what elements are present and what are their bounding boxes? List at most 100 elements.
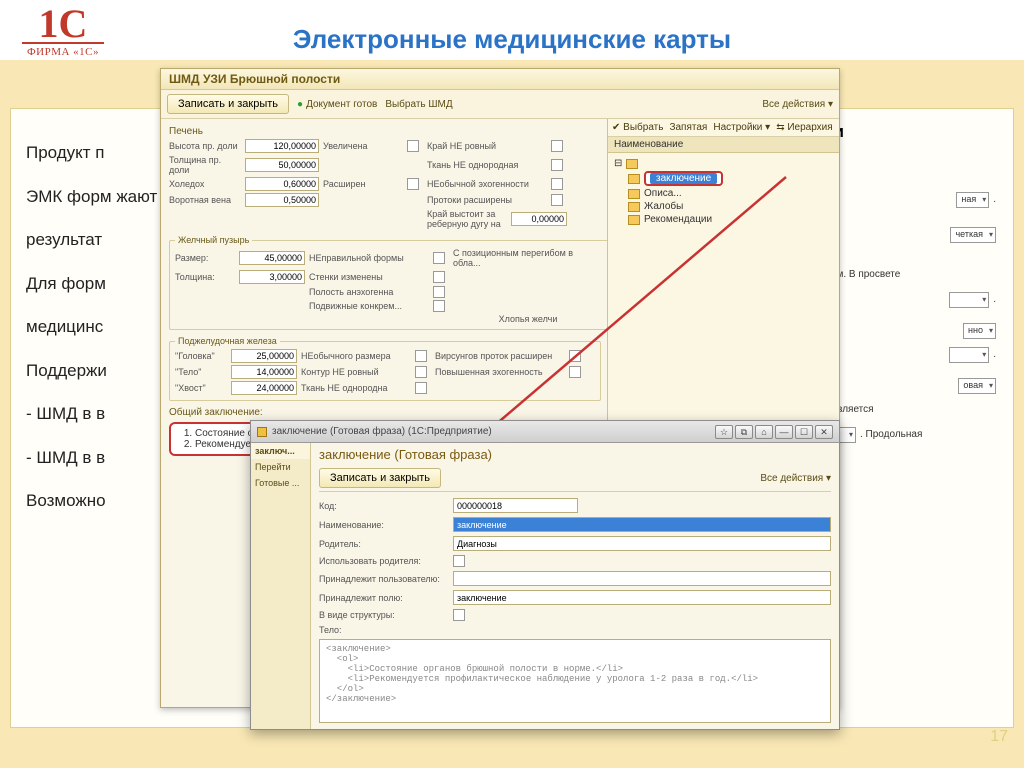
field-label: Повышенная эхогенность bbox=[435, 367, 565, 377]
checkbox[interactable] bbox=[551, 194, 563, 206]
use-parent-checkbox[interactable] bbox=[453, 555, 465, 567]
window-phrase-editor: заключение (Готовая фраза) (1С:Предприят… bbox=[250, 420, 840, 730]
field-label: Использовать родителя: bbox=[319, 556, 447, 566]
window2-toolbar: Записать и закрыть Все действия ▾ bbox=[319, 465, 831, 492]
checkbox[interactable] bbox=[415, 366, 427, 378]
checkbox[interactable] bbox=[551, 140, 563, 152]
liver-thickness-input[interactable] bbox=[245, 158, 319, 172]
window-toolbar: Записать и закрыть Документ готов Выбрат… bbox=[161, 90, 839, 119]
doc-ready-button[interactable]: Документ готов bbox=[297, 99, 377, 110]
field-label: Высота пр. доли bbox=[169, 141, 241, 151]
win-tool-icon[interactable]: ⧉ bbox=[735, 425, 753, 439]
minimize-button[interactable]: — bbox=[775, 425, 793, 439]
hierarchy-toggle[interactable]: ⇆ Иерархия bbox=[776, 122, 833, 133]
bg-select[interactable]: овая bbox=[958, 378, 996, 394]
field-label: Размер: bbox=[175, 253, 235, 263]
side-tab-goto[interactable]: Перейти bbox=[251, 459, 310, 475]
tree-item[interactable]: Oписа... bbox=[626, 187, 835, 200]
bg-select[interactable] bbox=[949, 292, 989, 308]
field-label: С позиционным перегибом в обла... bbox=[453, 248, 603, 268]
select-button[interactable]: ✔ Выбрать bbox=[612, 122, 663, 133]
gall-thick-input[interactable] bbox=[239, 270, 305, 284]
page-number: 17 bbox=[990, 728, 1008, 746]
liver-height-input[interactable] bbox=[245, 139, 319, 153]
as-struct-checkbox[interactable] bbox=[453, 609, 465, 621]
all-actions-menu-2[interactable]: Все действия ▾ bbox=[760, 473, 831, 484]
checkbox[interactable] bbox=[569, 350, 581, 362]
side-tab-ready[interactable]: Готовые ... bbox=[251, 475, 310, 491]
bg-select[interactable]: четкая bbox=[950, 227, 996, 243]
field-label: Толщина: bbox=[175, 272, 235, 282]
tree-item[interactable]: Рекомендации bbox=[626, 213, 835, 226]
field-label: "Хвост" bbox=[175, 383, 227, 393]
parent-input[interactable] bbox=[453, 536, 831, 551]
checkbox[interactable] bbox=[415, 350, 427, 362]
window2-main: заключение (Готовая фраза) Записать и за… bbox=[311, 443, 839, 729]
pancr-tail-input[interactable] bbox=[231, 381, 297, 395]
save-close-button[interactable]: Записать и закрыть bbox=[167, 94, 289, 114]
vein-input[interactable] bbox=[245, 193, 319, 207]
field-label: Принадлежит полю: bbox=[319, 593, 447, 603]
pancr-body-input[interactable] bbox=[231, 365, 297, 379]
bg-select[interactable]: нно bbox=[963, 323, 996, 339]
window2-sidebar: заключ... Перейти Готовые ... bbox=[251, 443, 311, 729]
checkbox[interactable] bbox=[433, 300, 445, 312]
body-xml-box[interactable]: <заключение> <ol> <li>Состояние органов … bbox=[319, 639, 831, 723]
field-label: "Головка" bbox=[175, 351, 227, 361]
checkbox[interactable] bbox=[433, 286, 445, 298]
field-label: Полость анэхогенна bbox=[309, 287, 429, 297]
save-close-button-2[interactable]: Записать и закрыть bbox=[319, 468, 441, 488]
tree-column-header: Наименование bbox=[608, 137, 839, 153]
folder-icon bbox=[628, 174, 640, 184]
all-actions-menu[interactable]: Все действия ▾ bbox=[762, 99, 833, 110]
section-legend: Желчный пузырь bbox=[175, 235, 252, 245]
field-label: Родитель: bbox=[319, 539, 447, 549]
owner-user-input[interactable] bbox=[453, 571, 831, 586]
right-toolbar: ✔ Выбрать Запятая Настройки ▾ ⇆ Иерархия bbox=[608, 119, 839, 137]
tree-item[interactable]: Жалобы bbox=[626, 200, 835, 213]
choose-shmd-button[interactable]: Выбрать ШМД bbox=[385, 99, 452, 110]
checkbox[interactable] bbox=[551, 159, 563, 171]
field-label: Холедох bbox=[169, 179, 241, 189]
close-button[interactable]: ✕ bbox=[815, 425, 833, 439]
section-conclusion: Общий заключение: bbox=[169, 407, 601, 418]
name-input[interactable]: заключение bbox=[453, 517, 831, 532]
edge-input[interactable] bbox=[511, 212, 567, 226]
tree-item-selected[interactable]: заключение bbox=[626, 170, 835, 187]
side-tab-main[interactable]: заключ... bbox=[251, 443, 310, 459]
section-liver: Печень bbox=[169, 126, 601, 137]
checkbox[interactable] bbox=[569, 366, 581, 378]
field-label: Принадлежит пользователю: bbox=[319, 574, 447, 584]
checkbox[interactable] bbox=[415, 382, 427, 394]
pancr-head-input[interactable] bbox=[231, 349, 297, 363]
field-label: Вирсунгов проток расширен bbox=[435, 351, 565, 361]
background-form: ная. четкая хом. В просвете . нно . овая… bbox=[826, 130, 996, 450]
window-title: ШМД УЗИ Брюшной полости bbox=[161, 69, 839, 90]
bg-select[interactable] bbox=[949, 347, 989, 363]
checkbox[interactable] bbox=[433, 252, 445, 264]
field-label: Край НЕ ровный bbox=[427, 141, 547, 151]
field-label: Протоки расширены bbox=[427, 195, 547, 205]
window2-title: заключение (Готовая фраза) (1С:Предприят… bbox=[272, 426, 492, 437]
phrase-tree: ⊟ заключение Oписа... Жалобы Рекомендаци… bbox=[608, 153, 839, 230]
settings-menu[interactable]: Настройки ▾ bbox=[713, 122, 770, 133]
field-label: Воротная вена bbox=[169, 195, 241, 205]
maximize-button[interactable]: ☐ bbox=[795, 425, 813, 439]
checkbox[interactable] bbox=[407, 178, 419, 190]
checkbox[interactable] bbox=[433, 271, 445, 283]
folder-icon bbox=[628, 215, 640, 225]
field-label: Увеличена bbox=[323, 141, 403, 151]
comma-button[interactable]: Запятая bbox=[669, 122, 707, 133]
field-label: Подвижные конкрем... bbox=[309, 301, 429, 311]
checkbox[interactable] bbox=[407, 140, 419, 152]
holedoh-input[interactable] bbox=[245, 177, 319, 191]
window2-titlebar: заключение (Готовая фраза) (1С:Предприят… bbox=[251, 421, 839, 443]
owner-field-input[interactable] bbox=[453, 590, 831, 605]
win-tool-icon[interactable]: ☆ bbox=[715, 425, 733, 439]
checkbox[interactable] bbox=[551, 178, 563, 190]
code-input[interactable] bbox=[453, 498, 578, 513]
tree-root[interactable]: ⊟ bbox=[612, 157, 835, 170]
win-tool-icon[interactable]: ⌂ bbox=[755, 425, 773, 439]
gall-size-input[interactable] bbox=[239, 251, 305, 265]
bg-select[interactable]: ная bbox=[956, 192, 989, 208]
